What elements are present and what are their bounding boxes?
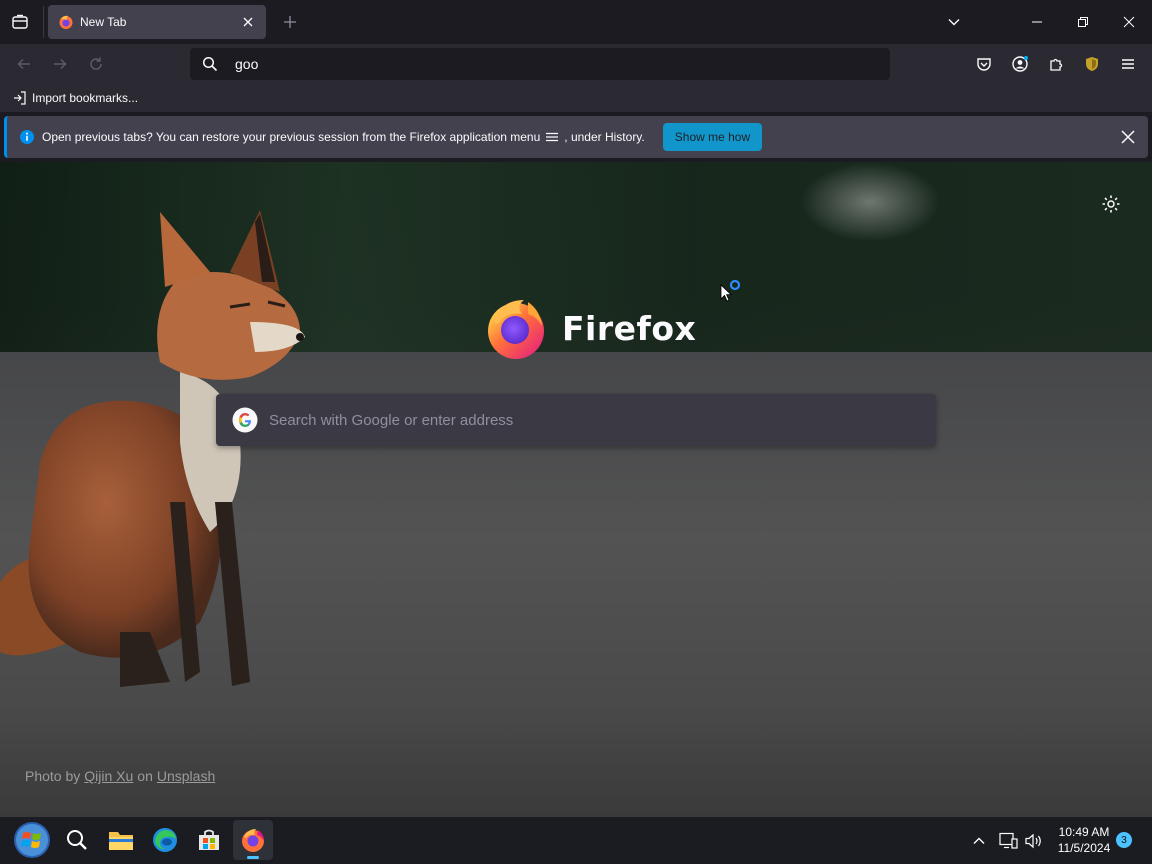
arrow-left-icon: [17, 58, 30, 70]
show-me-how-button[interactable]: Show me how: [662, 123, 763, 151]
restore-session-notification: Open previous tabs? You can restore your…: [4, 116, 1148, 158]
notification-message: Open previous tabs? You can restore your…: [42, 130, 645, 144]
account-icon: [1012, 56, 1028, 72]
hamburger-menu-icon: [1122, 59, 1134, 69]
ublock-extension-button[interactable]: [1078, 52, 1106, 76]
tab-title: New Tab: [80, 15, 127, 29]
bookmarks-toolbar: Import bookmarks...: [0, 84, 1152, 112]
address-bar[interactable]: goo: [190, 48, 890, 80]
import-icon: [14, 91, 26, 105]
clock-time: 10:49 AM: [1058, 825, 1110, 839]
pocket-icon: [977, 58, 991, 71]
photo-credit: Photo by Qijin Xu on Unsplash: [25, 768, 215, 784]
store-icon: [199, 829, 219, 850]
photo-credit-on: on: [137, 768, 153, 784]
import-bookmarks-label: Import bookmarks...: [32, 91, 139, 105]
background-light-patch: [800, 162, 940, 242]
firefox-logo-icon: [488, 300, 544, 359]
firefox-logo-wordmark: Firefox: [484, 296, 696, 360]
newtab-search-box[interactable]: Search with Google or enter address: [216, 394, 936, 446]
folder-icon: [109, 832, 133, 850]
gear-icon[interactable]: [1101, 194, 1121, 214]
windows-taskbar: 10:49 AM 11/5/2024 3: [0, 817, 1152, 864]
reload-button[interactable]: [82, 52, 110, 76]
close-icon[interactable]: [1120, 129, 1136, 145]
app-menu-button[interactable]: [1114, 52, 1142, 76]
new-tab-button[interactable]: [278, 10, 302, 34]
import-bookmarks-link[interactable]: Import bookmarks...: [12, 90, 138, 106]
search-icon: [202, 56, 218, 72]
close-window-button[interactable]: [1106, 4, 1152, 40]
volume-button[interactable]: [1024, 817, 1044, 864]
network-icon: [999, 832, 1018, 849]
minimize-icon: [1032, 21, 1042, 23]
photo-author-link[interactable]: Qijin Xu: [84, 768, 133, 784]
puzzle-icon: [1050, 58, 1063, 71]
windows-start-orb-icon: [14, 822, 50, 858]
edge-button[interactable]: [145, 820, 185, 860]
firefox-wordmark: Firefox: [562, 308, 697, 348]
minimize-button[interactable]: [1014, 4, 1060, 40]
newtab-search-placeholder: Search with Google or enter address: [269, 411, 514, 429]
clock-date: 11/5/2024: [1057, 841, 1111, 855]
forward-button[interactable]: [46, 52, 74, 76]
chevron-down-icon: [948, 19, 960, 26]
shield-icon: [1086, 57, 1098, 71]
new-tab-page: Firefox Search with Google or enter addr…: [0, 162, 1152, 817]
show-hidden-icons-button[interactable]: [972, 817, 986, 864]
notification-message-part1: Open previous tabs? You can restore your…: [42, 130, 541, 144]
navigation-toolbar: goo: [0, 44, 1152, 84]
taskbar-clock[interactable]: 10:49 AM 11/5/2024: [1054, 824, 1114, 856]
network-button[interactable]: [998, 817, 1018, 864]
close-icon: [243, 17, 253, 27]
firefox-taskbar-button[interactable]: [233, 820, 273, 860]
unsplash-link[interactable]: Unsplash: [157, 768, 215, 784]
pocket-button[interactable]: [970, 52, 998, 76]
info-icon: [20, 130, 34, 144]
file-explorer-button[interactable]: [101, 820, 141, 860]
firefox-view-icon: [12, 14, 28, 29]
google-icon: [232, 407, 258, 433]
microsoft-store-button[interactable]: [189, 820, 229, 860]
edge-icon: [153, 828, 177, 852]
extensions-button[interactable]: [1042, 52, 1070, 76]
firefox-view-button[interactable]: [4, 6, 36, 38]
account-button[interactable]: [1006, 52, 1034, 76]
reload-icon: [90, 57, 102, 70]
list-all-tabs-button[interactable]: [942, 10, 966, 34]
restore-button[interactable]: [1060, 4, 1106, 40]
tab-strip: New Tab: [0, 0, 1152, 44]
photo-credit-prefix: Photo by: [25, 768, 81, 784]
search-icon: [67, 830, 87, 850]
active-indicator: [247, 856, 259, 859]
tab-new-tab[interactable]: New Tab: [48, 5, 266, 39]
restore-icon: [1078, 17, 1088, 27]
taskbar-search-button[interactable]: [57, 820, 97, 860]
hamburger-menu-icon: [546, 132, 559, 142]
back-button[interactable]: [10, 52, 38, 76]
busy-cursor-icon: [720, 280, 741, 302]
notification-message-part2: , under History.: [564, 130, 645, 144]
start-button[interactable]: [12, 820, 52, 860]
close-icon: [1123, 16, 1135, 28]
tab-close-button[interactable]: [238, 12, 258, 32]
firefox-favicon-icon: [59, 15, 73, 29]
address-bar-text[interactable]: goo: [235, 56, 258, 72]
plus-icon: [284, 16, 296, 28]
tab-separator: [43, 6, 44, 38]
firefox-icon: [242, 829, 264, 852]
chevron-up-icon: [973, 837, 985, 844]
fox-photo: [0, 210, 305, 687]
arrow-right-icon: [54, 58, 67, 70]
speaker-icon: [1025, 833, 1041, 848]
notification-center-badge[interactable]: 3: [1116, 832, 1132, 848]
